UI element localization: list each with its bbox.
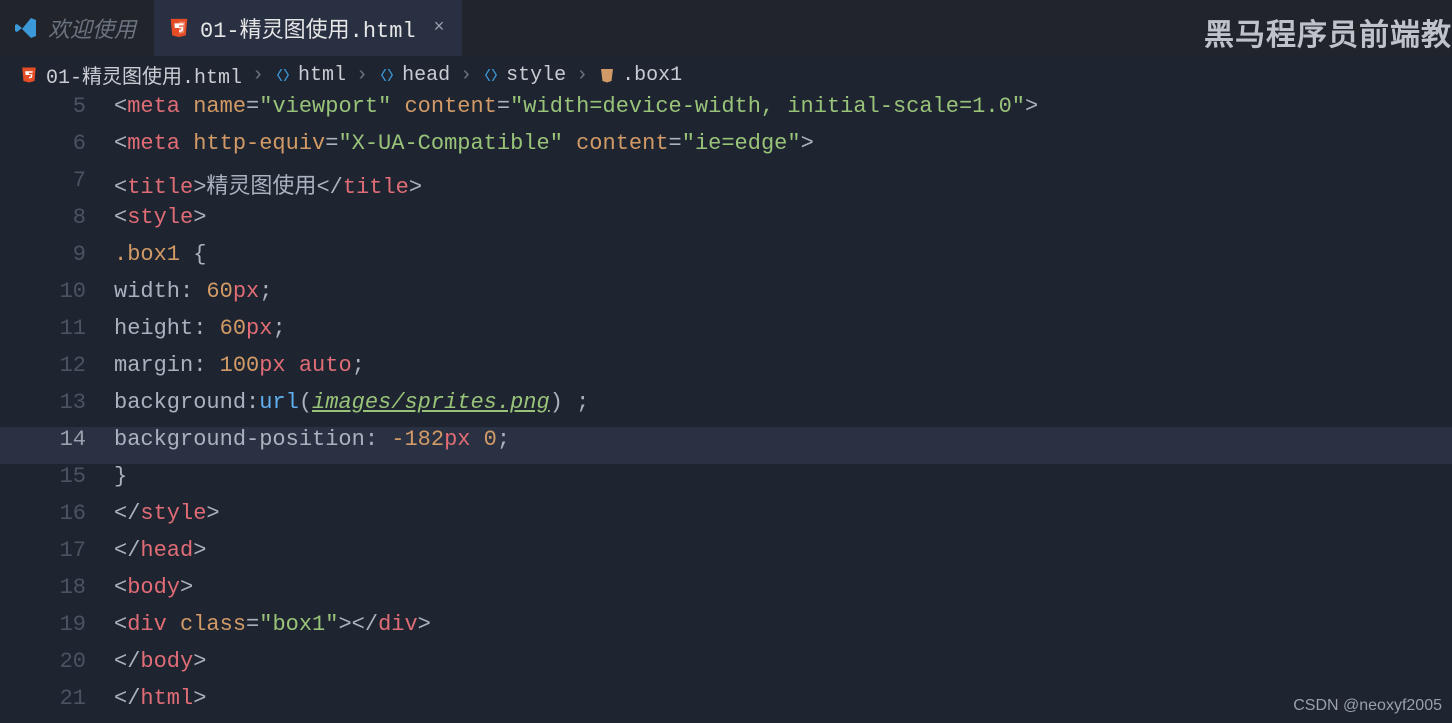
line-number: 17 bbox=[0, 538, 114, 575]
crumb-file[interactable]: 01-精灵图使用.html bbox=[18, 60, 242, 90]
code-line[interactable]: 20</body> bbox=[0, 649, 1452, 686]
code-line-active[interactable]: 14 background-position: -182px 0; bbox=[0, 427, 1452, 464]
code-line[interactable]: 6 <meta http-equiv="X-UA-Compatible" con… bbox=[0, 131, 1452, 168]
tab-active-title: 01-精灵图使用.html bbox=[200, 12, 416, 44]
html5-icon bbox=[18, 64, 40, 86]
line-number: 14 bbox=[0, 427, 114, 464]
breadcrumb: 01-精灵图使用.html › html › head › style › .b… bbox=[0, 56, 1452, 94]
code-line[interactable]: 8 <style> bbox=[0, 205, 1452, 242]
line-number: 20 bbox=[0, 649, 114, 686]
chevron-right-icon: › bbox=[458, 64, 474, 87]
crumb-file-label: 01-精灵图使用.html bbox=[46, 60, 242, 90]
line-number: 18 bbox=[0, 575, 114, 612]
line-number: 16 bbox=[0, 501, 114, 538]
code-line[interactable]: 13 background:url(images/sprites.png) ; bbox=[0, 390, 1452, 427]
code-line[interactable]: 11 height: 60px; bbox=[0, 316, 1452, 353]
watermark-top: 黑马程序员前端教 bbox=[1204, 10, 1452, 54]
code-line[interactable]: 7 <title>精灵图使用</title> bbox=[0, 168, 1452, 205]
crumb-style-label: style bbox=[506, 64, 566, 87]
line-number: 8 bbox=[0, 205, 114, 242]
css-class-icon bbox=[598, 66, 616, 84]
code-line[interactable]: 16 </style> bbox=[0, 501, 1452, 538]
chevron-right-icon: › bbox=[574, 64, 590, 87]
brackets-icon bbox=[274, 66, 292, 84]
line-number: 13 bbox=[0, 390, 114, 427]
code-line[interactable]: 15 } bbox=[0, 464, 1452, 501]
chevron-right-icon: › bbox=[354, 64, 370, 87]
line-number: 21 bbox=[0, 686, 114, 723]
tabs-bar: 欢迎使用 01-精灵图使用.html × 黑马程序员前端教 bbox=[0, 0, 1452, 56]
line-number: 10 bbox=[0, 279, 114, 316]
crumb-head[interactable]: head bbox=[378, 64, 450, 87]
vscode-icon bbox=[14, 16, 38, 40]
editor[interactable]: 5 <meta name="viewport" content="width=d… bbox=[0, 94, 1452, 719]
tab-welcome[interactable]: 欢迎使用 bbox=[0, 0, 154, 56]
tab-active-file[interactable]: 01-精灵图使用.html × bbox=[154, 0, 462, 56]
line-number: 7 bbox=[0, 168, 114, 205]
crumb-html-label: html bbox=[298, 64, 346, 87]
crumb-head-label: head bbox=[402, 64, 450, 87]
crumb-style[interactable]: style bbox=[482, 64, 566, 87]
line-number: 11 bbox=[0, 316, 114, 353]
watermark-bottom: CSDN @neoxyf2005 bbox=[1293, 697, 1442, 715]
brackets-icon bbox=[378, 66, 396, 84]
crumb-html[interactable]: html bbox=[274, 64, 346, 87]
close-icon[interactable]: × bbox=[426, 18, 445, 38]
code-line[interactable]: 19 <div class="box1"></div> bbox=[0, 612, 1452, 649]
line-number: 19 bbox=[0, 612, 114, 649]
line-number: 5 bbox=[0, 94, 114, 131]
line-number: 6 bbox=[0, 131, 114, 168]
line-number: 12 bbox=[0, 353, 114, 390]
crumb-box1-label: .box1 bbox=[622, 64, 682, 87]
code-line[interactable]: 17</head> bbox=[0, 538, 1452, 575]
chevron-right-icon: › bbox=[250, 64, 266, 87]
code-line[interactable]: 9 .box1 { bbox=[0, 242, 1452, 279]
html5-icon bbox=[168, 17, 190, 39]
code-line[interactable]: 12 margin: 100px auto; bbox=[0, 353, 1452, 390]
line-number: 9 bbox=[0, 242, 114, 279]
crumb-box1[interactable]: .box1 bbox=[598, 64, 682, 87]
code-line[interactable]: 5 <meta name="viewport" content="width=d… bbox=[0, 94, 1452, 131]
code-line[interactable]: 21</html> bbox=[0, 686, 1452, 723]
brackets-icon bbox=[482, 66, 500, 84]
code-line[interactable]: 10 width: 60px; bbox=[0, 279, 1452, 316]
line-number: 15 bbox=[0, 464, 114, 501]
tab-welcome-title: 欢迎使用 bbox=[48, 12, 136, 44]
code-line[interactable]: 18<body> bbox=[0, 575, 1452, 612]
